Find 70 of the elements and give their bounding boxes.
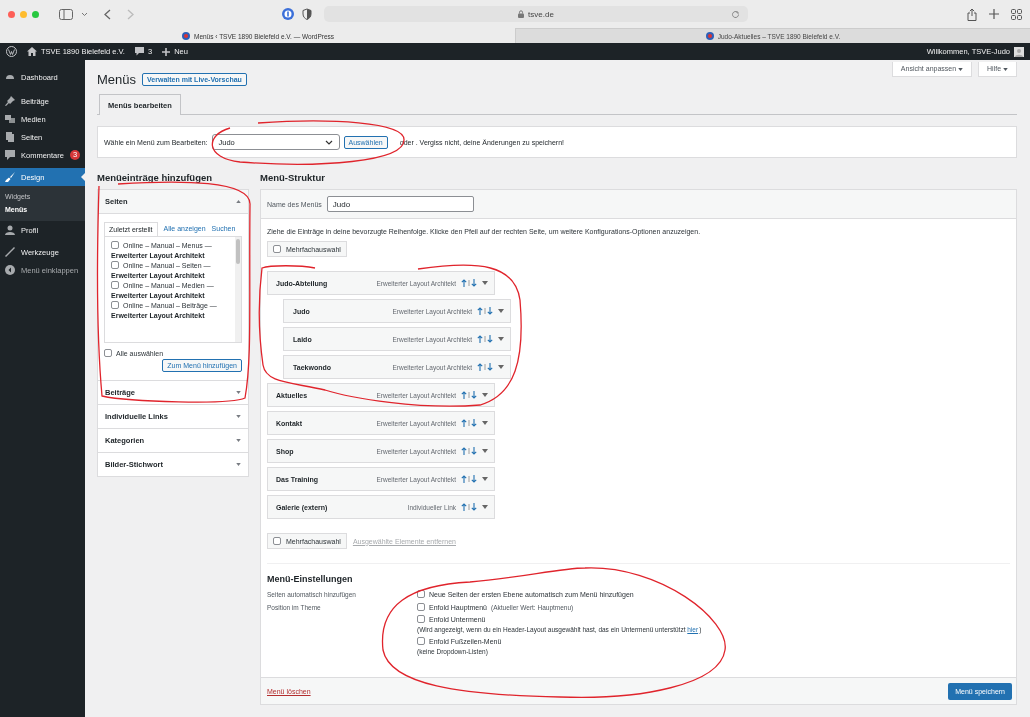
caret-icon[interactable]	[498, 309, 504, 313]
tab-overview-icon[interactable]	[1011, 8, 1022, 20]
move-arrows-icon[interactable]	[461, 279, 477, 287]
window-controls[interactable]	[8, 10, 39, 18]
scrollbar[interactable]	[235, 237, 241, 342]
page-title: Menüs	[97, 71, 137, 87]
move-arrows-icon[interactable]	[461, 475, 477, 483]
plus-icon	[162, 47, 171, 56]
caret-icon[interactable]	[482, 505, 488, 509]
move-arrows-icon[interactable]	[461, 447, 477, 455]
checkbox[interactable]	[273, 537, 281, 545]
caret-icon[interactable]	[482, 449, 488, 453]
menu-name-field[interactable]: Judo	[326, 196, 474, 212]
checkbox[interactable]	[104, 349, 112, 357]
caret-icon	[236, 200, 241, 203]
media-icon	[5, 114, 15, 124]
back-icon[interactable]	[104, 8, 111, 20]
caret-icon	[1003, 68, 1008, 71]
brush-icon	[5, 172, 15, 182]
pin-icon	[5, 96, 15, 106]
section-heading: Menüeinträge hinzufügen	[97, 172, 214, 183]
caret-icon	[236, 439, 241, 442]
checkbox[interactable]	[417, 637, 425, 645]
share-icon[interactable]	[967, 7, 977, 21]
caret-icon	[236, 415, 241, 418]
shield-icon[interactable]	[302, 8, 312, 20]
address-bar[interactable]: tsve.de	[324, 6, 748, 22]
favicon-icon	[181, 32, 190, 40]
chevron-down-icon	[324, 139, 333, 145]
sidebar-icon[interactable]	[59, 8, 73, 20]
checkbox[interactable]	[111, 261, 119, 269]
checkbox[interactable]	[111, 301, 119, 309]
caret-icon[interactable]	[482, 393, 488, 397]
caret-icon	[236, 391, 241, 394]
plus-icon[interactable]	[989, 9, 999, 19]
wordpress-logo-icon[interactable]	[6, 46, 17, 57]
move-arrows-icon[interactable]	[477, 335, 493, 343]
avatar-icon	[1014, 46, 1024, 57]
checkbox[interactable]	[111, 241, 119, 249]
url-text: tsve.de	[528, 9, 554, 19]
move-arrows-icon[interactable]	[461, 419, 477, 427]
move-arrows-icon[interactable]	[477, 307, 493, 315]
caret-icon[interactable]	[482, 281, 488, 285]
caret-icon[interactable]	[498, 337, 504, 341]
settings-heading: Menü-Einstellungen	[267, 574, 354, 584]
checkbox[interactable]	[111, 281, 119, 289]
move-arrows-icon[interactable]	[461, 503, 477, 511]
caret-icon	[236, 463, 241, 466]
person-icon	[5, 225, 15, 235]
home-icon	[27, 47, 37, 56]
caret-icon	[958, 68, 964, 71]
speech-bubble-icon	[5, 150, 15, 160]
speech-bubble-icon	[134, 47, 144, 56]
collapse-icon	[5, 265, 15, 275]
move-arrows-icon[interactable]	[477, 363, 493, 371]
password-manager-icon[interactable]	[282, 8, 294, 20]
checkbox[interactable]	[417, 603, 425, 611]
caret-icon[interactable]	[498, 365, 504, 369]
checkbox[interactable]	[273, 245, 281, 253]
checkbox[interactable]	[417, 590, 425, 598]
caret-icon[interactable]	[482, 477, 488, 481]
lock-icon	[518, 10, 525, 18]
section-heading: Menü-Struktur	[260, 172, 326, 183]
pages-icon	[5, 132, 15, 142]
checkbox[interactable]	[417, 615, 425, 623]
chevron-down-icon[interactable]	[81, 11, 88, 17]
caret-icon[interactable]	[482, 421, 488, 425]
favicon-icon	[705, 32, 714, 40]
dashboard-icon	[5, 72, 15, 82]
move-arrows-icon[interactable]	[461, 391, 477, 399]
